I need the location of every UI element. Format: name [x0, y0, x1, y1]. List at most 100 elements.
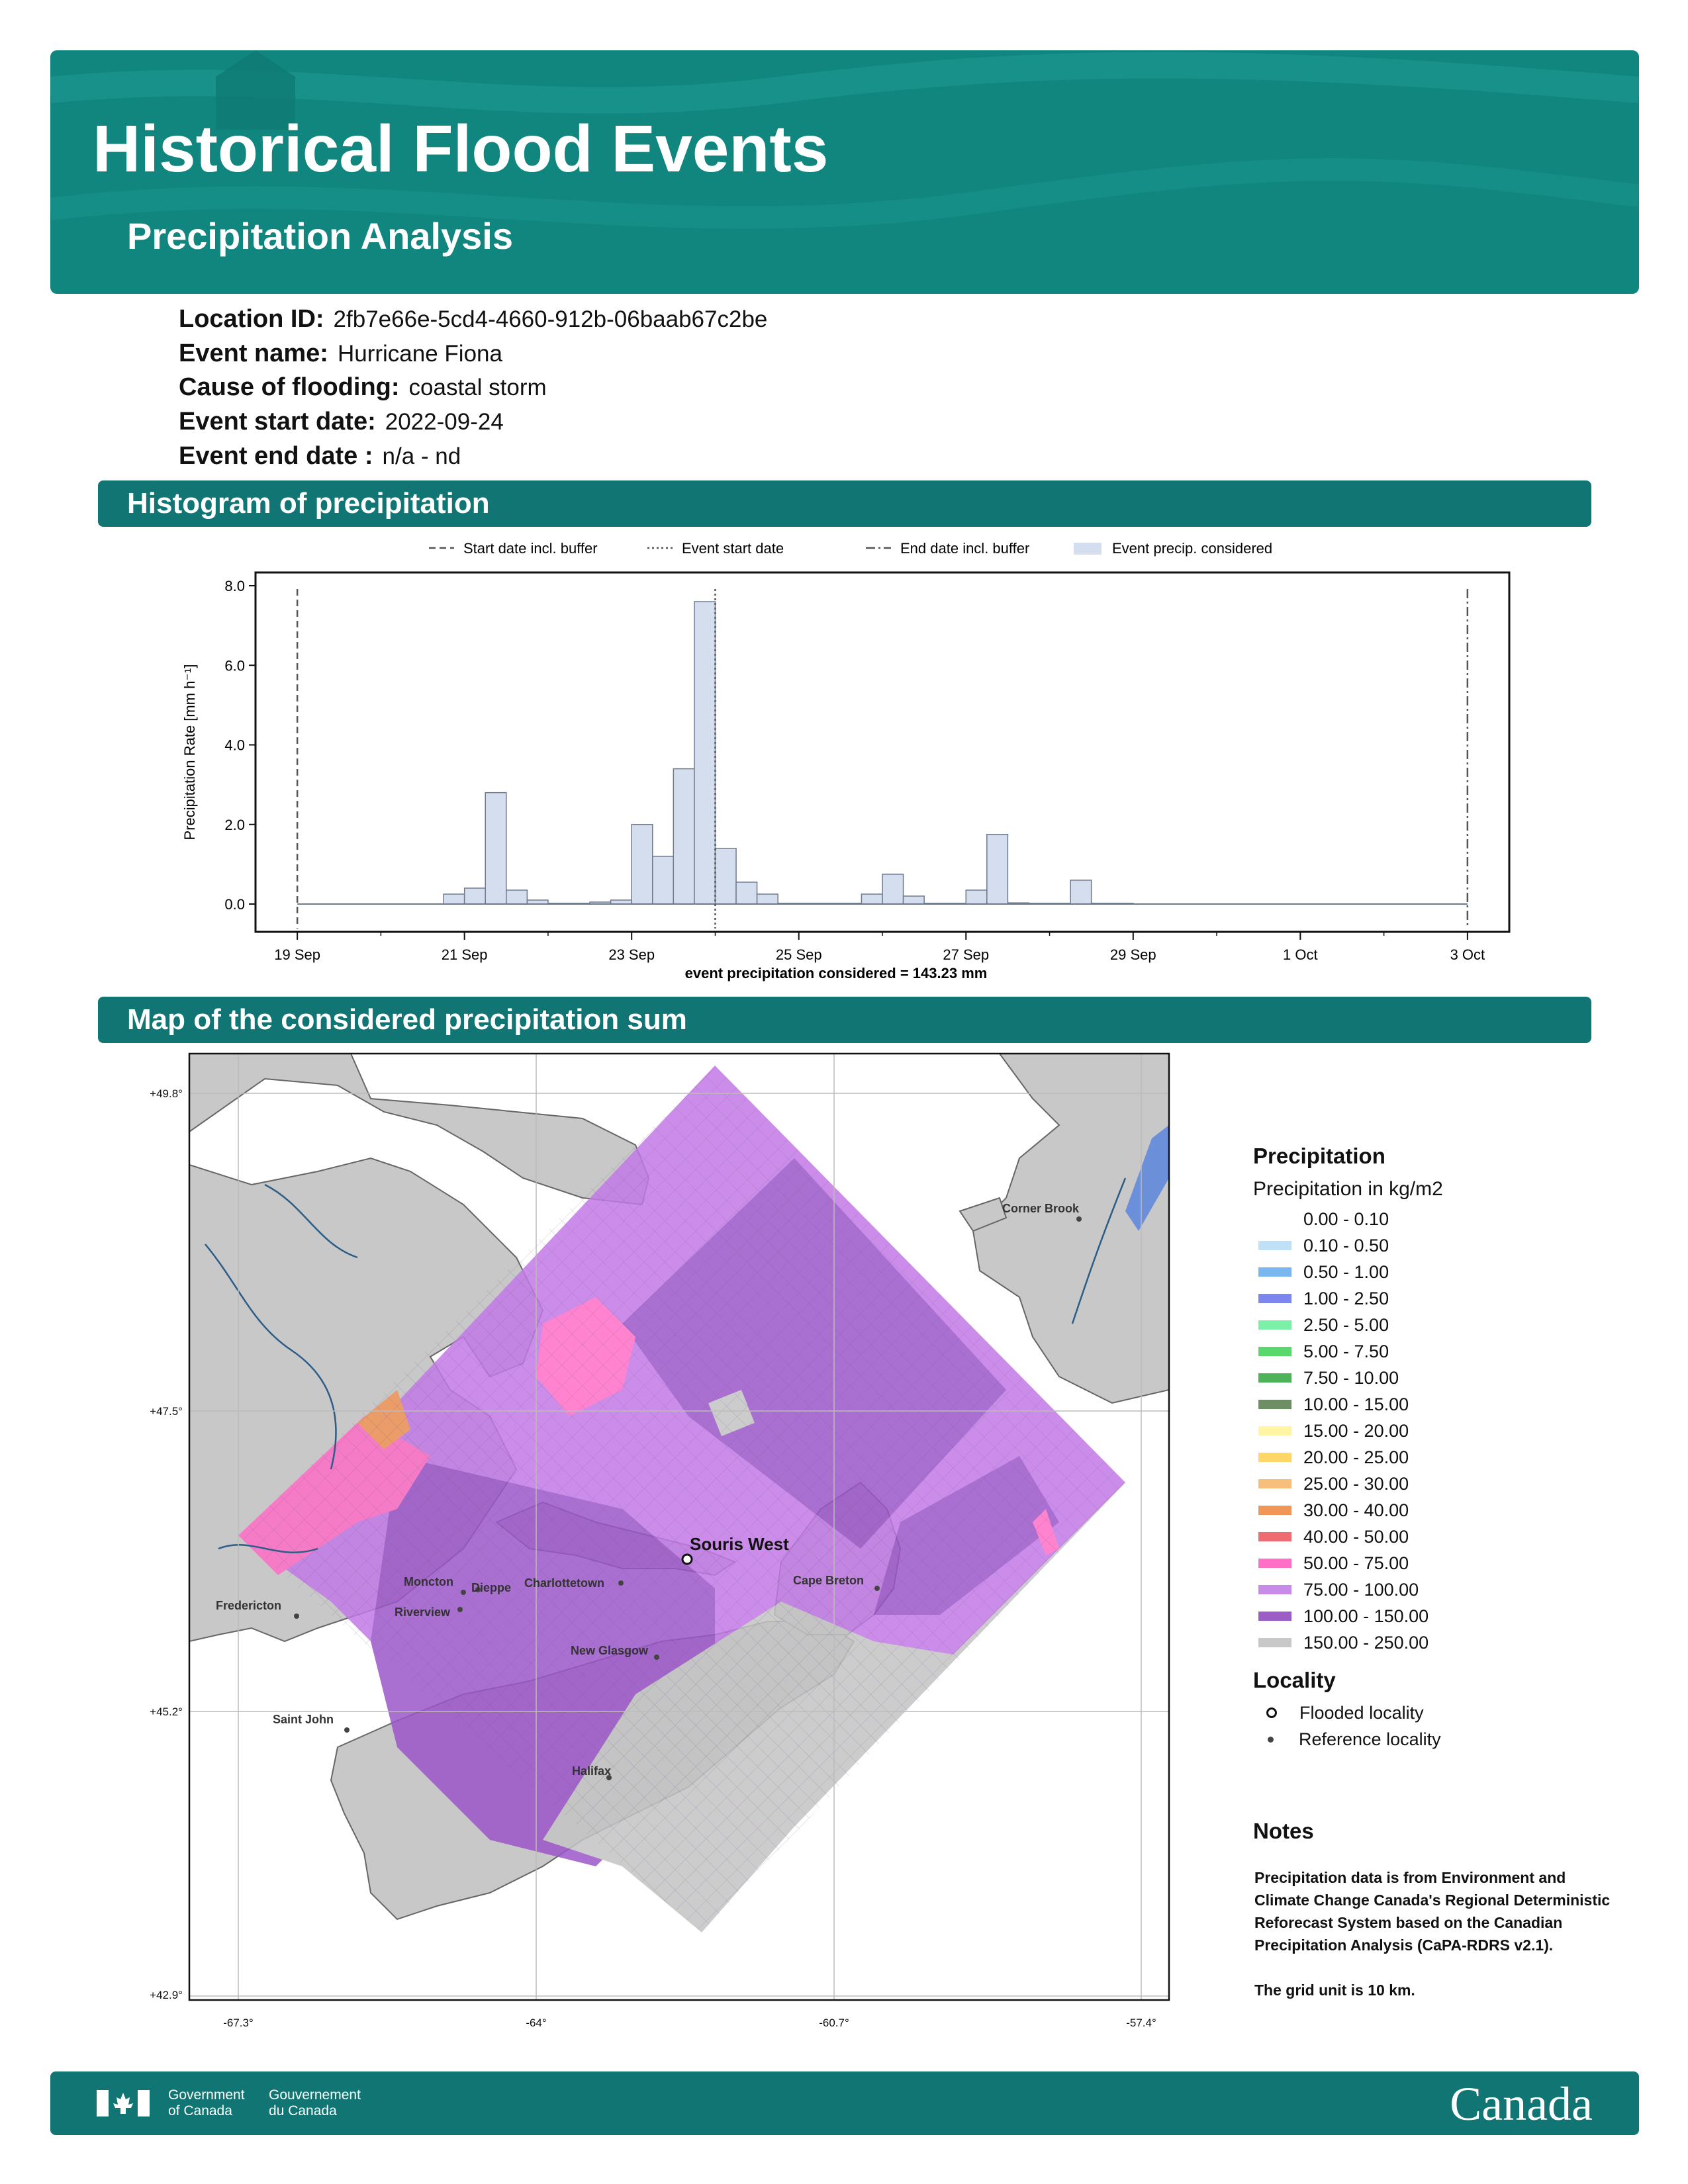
meta-event-name-value: Hurricane Fiona — [337, 341, 502, 367]
legend-class-row: 0.00 - 0.10 — [1253, 1206, 1443, 1232]
reference-locality-dot — [457, 1607, 463, 1612]
y-axis-label: Precipitation Rate [mm h⁻¹] — [181, 664, 198, 841]
section-title-map: Map of the considered precipitation sum — [127, 1003, 687, 1036]
legend-class-label: 10.00 - 15.00 — [1303, 1394, 1409, 1414]
flooded-locality-label: Souris West — [690, 1534, 789, 1554]
canada-flag-icon — [97, 2090, 150, 2116]
histogram-bar — [986, 834, 1009, 905]
lon-label: -64° — [526, 2017, 546, 2029]
x-tick-label: 1 Oct — [1283, 946, 1318, 963]
locality-label: Saint John — [273, 1713, 334, 1726]
locality-label: Corner Brook — [1002, 1202, 1080, 1215]
canada-wordmark: Canada — [1450, 2077, 1593, 2130]
meta-cause-value: coastal storm — [408, 375, 547, 400]
legend-class-label: 25.00 - 30.00 — [1303, 1473, 1409, 1494]
meta-cause: Cause of flooding: coastal storm — [179, 374, 547, 401]
meta-location: Location ID: 2fb7e66e-5cd4-4660-912b-06ba… — [179, 306, 767, 333]
flooded-locality-icon — [1266, 1707, 1277, 1718]
legend-class-row: 7.50 - 10.00 — [1253, 1365, 1443, 1391]
lon-label: -67.3° — [223, 2017, 254, 2029]
legend-swatch — [1258, 1612, 1291, 1621]
legend-subtitle: Precipitation in kg/m2 — [1253, 1178, 1443, 1200]
locality-label: Dieppe — [471, 1581, 511, 1594]
legend-swatch — [1258, 1506, 1291, 1515]
legend-class-row: 20.00 - 25.00 — [1253, 1444, 1443, 1471]
histogram-bar — [902, 895, 925, 905]
x-tick-label: 21 Sep — [442, 946, 488, 963]
y-tick-label: 2.0 — [224, 817, 245, 833]
flooded-locality-marker — [681, 1553, 693, 1565]
legend-locality-title: Locality — [1253, 1668, 1336, 1692]
notes-body: Precipitation data is from Environment a… — [1254, 1866, 1612, 2001]
reference-locality-dot — [294, 1614, 299, 1619]
meta-start-value: 2022-09-24 — [385, 409, 504, 435]
legend-class-label: 0.10 - 0.50 — [1303, 1235, 1389, 1255]
meta-end-label: Event end date : — [179, 442, 373, 470]
legend-class-label: 50.00 - 75.00 — [1303, 1553, 1409, 1573]
legend-class-label: 5.00 - 7.50 — [1303, 1341, 1389, 1361]
legend-class-label: 40.00 - 50.00 — [1303, 1526, 1409, 1547]
legend-swatch — [1258, 1426, 1291, 1435]
notes-text: Precipitation data is from Environment a… — [1254, 1869, 1611, 1954]
x-tick-label: 23 Sep — [608, 946, 655, 963]
legend-class-row: 40.00 - 50.00 — [1253, 1524, 1443, 1550]
legend-flooded-row: Flooded locality — [1253, 1700, 1443, 1726]
histogram-bar — [1070, 880, 1092, 905]
histogram-bar — [735, 882, 758, 905]
locality-label: New Glasgow — [571, 1644, 649, 1657]
legend-class-label: 150.00 - 250.00 — [1303, 1632, 1429, 1653]
legend-swatch — [1258, 1347, 1291, 1356]
reference-locality-dot — [618, 1580, 624, 1586]
histogram-bar — [485, 792, 507, 905]
lon-label: -57.4° — [1126, 2017, 1156, 2029]
legend-entry: Event start date — [682, 540, 784, 557]
legend-classes: 0.00 - 0.10 0.10 - 0.50 0.50 - 1.00 1.00 - … — [1253, 1206, 1443, 1656]
legend-class-row: 1.00 - 2.50 — [1253, 1285, 1443, 1312]
legend-class-label: 7.50 - 10.00 — [1303, 1367, 1399, 1388]
meta-location-value: 2fb7e66e-5cd4-4660-912b-06baab67c2be — [333, 306, 768, 332]
meta-start: Event start date: 2022-09-24 — [179, 408, 504, 435]
histogram-bar — [965, 889, 988, 905]
legend-swatch — [1258, 1532, 1291, 1541]
histogram-bar — [861, 893, 883, 905]
legend-class-row: 75.00 - 100.00 — [1253, 1576, 1443, 1603]
legend-swatch — [1258, 1241, 1291, 1250]
precipitation-histogram: 0.0 2.0 4.0 6.0 8.0 19 Sep 21 Sep 23 Sep 25 Sep 2… — [181, 540, 1511, 981]
legend-swatch — [1258, 1294, 1291, 1303]
legend-class-row: 50.00 - 75.00 — [1253, 1550, 1443, 1576]
legend-swatch — [1258, 1214, 1291, 1224]
y-tick-label: 8.0 — [224, 578, 245, 594]
legend-class-row: 15.00 - 20.00 — [1253, 1418, 1443, 1444]
legend-class-row: 30.00 - 40.00 — [1253, 1497, 1443, 1524]
locality-label: Riverview — [395, 1606, 451, 1619]
legend-class-row: 2.50 - 5.00 — [1253, 1312, 1443, 1338]
legend-class-label: 2.50 - 5.00 — [1303, 1314, 1389, 1335]
legend-class-row: 5.00 - 7.50 — [1253, 1338, 1443, 1365]
reference-locality-dot — [654, 1655, 659, 1660]
legend-flooded-label: Flooded locality — [1299, 1702, 1424, 1723]
footer: Government of Canada Gouvernement du Can… — [50, 2071, 1639, 2135]
x-tick-label: 27 Sep — [943, 946, 989, 963]
meta-cause-label: Cause of flooding: — [179, 373, 400, 401]
histogram-bar — [631, 824, 653, 905]
legend-reference-label: Reference locality — [1299, 1729, 1441, 1749]
reference-locality-dot — [461, 1590, 466, 1595]
y-tick-label: 0.0 — [224, 896, 245, 913]
legend-patch-key — [1074, 543, 1102, 555]
legend-swatch — [1258, 1585, 1291, 1594]
y-tick-label: 6.0 — [224, 657, 245, 674]
reference-locality-dot — [874, 1586, 880, 1591]
legend-entry: Event precip. considered — [1112, 540, 1272, 557]
legend-reference-row: Reference locality — [1253, 1726, 1443, 1752]
legend-class-label: 75.00 - 100.00 — [1303, 1579, 1419, 1600]
locality-label: Cape Breton — [793, 1574, 864, 1587]
x-tick-label: 19 Sep — [274, 946, 320, 963]
reference-locality-dot — [344, 1727, 350, 1733]
section-title-histogram: Histogram of precipitation — [127, 487, 490, 520]
legend-swatch — [1258, 1373, 1291, 1383]
lon-label: -60.7° — [819, 2017, 849, 2029]
y-tick-label: 4.0 — [224, 737, 245, 754]
header-banner: Historical Flood Events Precipitation An… — [50, 50, 1639, 294]
x-tick-label: 25 Sep — [776, 946, 822, 963]
legend-class-label: 30.00 - 40.00 — [1303, 1500, 1409, 1520]
